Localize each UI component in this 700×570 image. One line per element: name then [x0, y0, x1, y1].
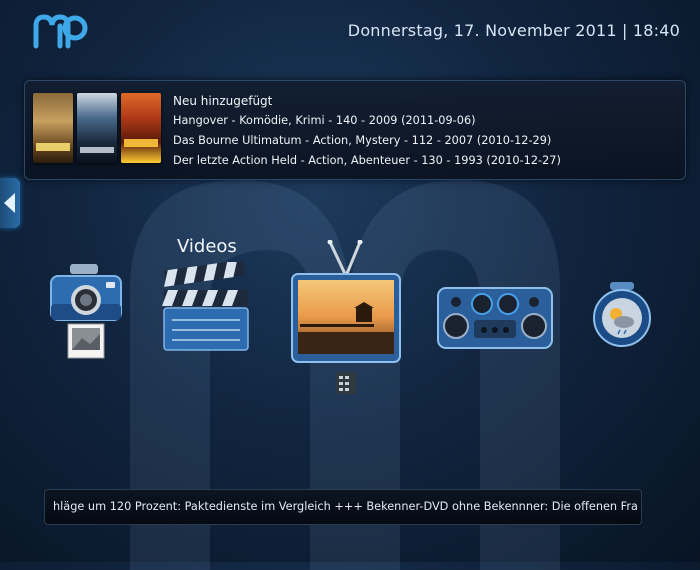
tv-icon[interactable]: [290, 240, 402, 396]
list-item[interactable]: Das Bourne Ultimatum - Action, Mystery -…: [173, 131, 561, 151]
news-ticker-text: hläge um 120 Prozent: Paktedienste im Ve…: [53, 500, 638, 513]
mediaportal-logo-icon: [33, 14, 88, 49]
cover-art-strip: [33, 93, 161, 163]
movie-cover-hangover[interactable]: [33, 93, 73, 163]
radio-music-icon[interactable]: [436, 284, 554, 354]
menu-selected-label: Videos: [177, 236, 237, 257]
list-item[interactable]: Der letzte Action Held - Action, Abenteu…: [173, 151, 561, 171]
movie-cover-last-action-hero[interactable]: [121, 93, 161, 163]
arrow-left-icon: [4, 193, 15, 213]
list-item[interactable]: Hangover - Komödie, Krimi - 140 - 2009 (…: [173, 111, 561, 131]
camera-pictures-icon[interactable]: [48, 264, 124, 364]
news-ticker: hläge um 120 Prozent: Paktedienste im Ve…: [44, 489, 642, 525]
clapperboard-videos-icon[interactable]: [160, 262, 252, 354]
date-time-display: Donnerstag, 17. November 2011 | 18:40: [347, 21, 680, 40]
side-menu-arrow[interactable]: [0, 178, 20, 228]
recently-added-panel[interactable]: Neu hinzugefügt Hangover - Komödie, Krim…: [24, 80, 686, 180]
weather-icon[interactable]: [590, 282, 654, 348]
recently-added-heading: Neu hinzugefügt: [173, 94, 273, 108]
movie-cover-bourne[interactable]: [77, 93, 117, 163]
recently-added-list: Neu hinzugefügt Hangover - Komödie, Krim…: [173, 91, 561, 171]
